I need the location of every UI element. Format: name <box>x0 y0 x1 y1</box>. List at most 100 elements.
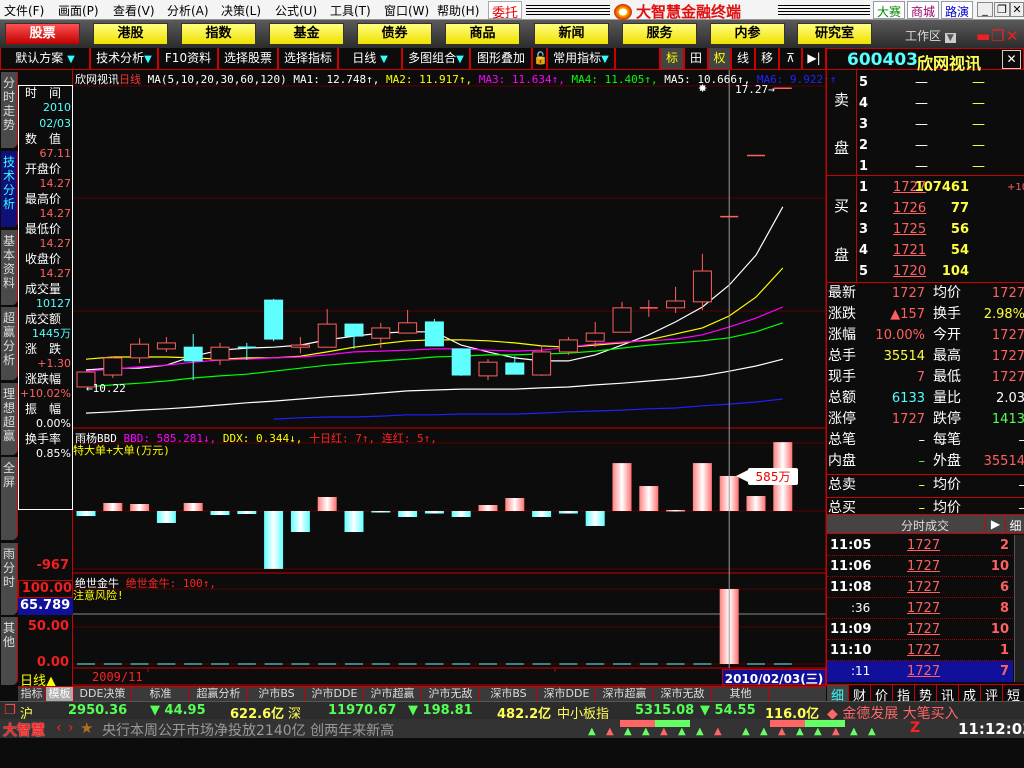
quote-label: 量比 <box>933 390 961 406</box>
tick-price: 1727 <box>907 643 941 658</box>
index-status-bar: ❐ 沪 2950.36 ▼ 44.95 622.6亿 深 11970.67 ▼ … <box>0 701 1024 722</box>
tick-time: 11:05 <box>830 538 872 553</box>
play-icon[interactable]: ▶ <box>985 517 1005 531</box>
cursor-date: 2010/02/03(三) <box>722 669 826 686</box>
bottom-tab[interactable]: 深市无敌 <box>654 687 712 702</box>
quote-label: 涨跌 <box>828 306 856 322</box>
bottom-tab[interactable]: 深市DDE <box>538 687 596 702</box>
sell-volume: — <box>972 159 985 174</box>
tick-row[interactable]: 11:08 1727 6 <box>827 577 1013 598</box>
quote-row: 涨停 1727 跌停 1413 <box>827 409 1024 430</box>
arrow-up-icon: ▲ <box>814 726 822 737</box>
sell-volume: — <box>972 75 985 90</box>
tick-time: :11 <box>851 664 871 678</box>
quote-value: 1727 <box>891 412 925 427</box>
tick-price: 1727 <box>907 559 941 574</box>
bottom-tab[interactable]: 深市超赢 <box>596 687 654 702</box>
tick-volume: 6 <box>999 580 1009 595</box>
sh-index[interactable]: 2950.36 <box>68 703 127 718</box>
tick-row[interactable]: :36 1727 8 <box>827 598 1013 619</box>
bottom-tab[interactable]: 模板 <box>46 687 74 702</box>
tick-time: 11:10 <box>830 643 872 658</box>
legend-ma2: MA2: 11.917↑, <box>386 73 473 86</box>
tick-row[interactable]: 11:10 1727 1 <box>827 640 1013 661</box>
window-switch-icon[interactable]: ❐ <box>4 703 16 718</box>
bbd-bar <box>130 503 150 511</box>
legend-period: 日线 <box>119 73 141 86</box>
sme-index[interactable]: 5315.08 <box>635 703 694 718</box>
quote-value: 1727 <box>991 328 1024 343</box>
sell-price: — <box>915 159 928 174</box>
buy-row[interactable]: 5 1720 104 <box>827 261 1024 282</box>
news-ticker: 大智慧 ‹ › ★ 央行本周公开市场净投放2140亿 创两年来新高 ▲ ▲ ▲ ▲ ▲ ▲… <box>0 719 1024 740</box>
quote-label: 换手 <box>933 306 961 322</box>
arrow-up-icon: ▲ <box>696 726 704 737</box>
quote-value: ▲157 <box>890 307 925 322</box>
risk-warning: 注意风险! <box>73 589 124 602</box>
bbd-bar <box>585 511 605 526</box>
candle-body <box>264 299 284 340</box>
quote-value: 2.03 <box>996 391 1024 406</box>
date-axis-start: 2009/11 <box>92 670 143 684</box>
buy-row[interactable]: 3 1725 56 <box>827 219 1024 240</box>
lianhong-value: 连红: 5↑, <box>381 432 437 445</box>
tick-row[interactable]: 11:06 1727 10 <box>827 556 1013 577</box>
tick-row[interactable]: 11:05 1727 2 <box>827 535 1013 556</box>
bottom-tab[interactable]: 深市BS <box>480 687 538 702</box>
bbd-bar <box>103 502 123 511</box>
sell-row[interactable]: 5 — — <box>827 72 1024 93</box>
tick-row[interactable]: :11 1727 7 <box>827 661 1013 682</box>
quote-value: – <box>918 433 926 448</box>
buy-row[interactable]: 11727107461+10 <box>827 177 1024 198</box>
news-headline[interactable]: 央行本周公开市场净投放2140亿 创两年来新高 <box>102 720 394 740</box>
bbd-subtitle: 特大单+大单(万元) <box>73 444 170 457</box>
tick-row[interactable]: 11:09 1727 10 <box>827 619 1013 640</box>
bottom-tab[interactable]: 指标 <box>18 687 46 702</box>
tick-price: 1727 <box>907 601 941 616</box>
bbd-bar <box>237 511 257 514</box>
quote-label: 外盘 <box>933 453 961 469</box>
tick-scrollbar[interactable] <box>1014 535 1024 682</box>
arrow-up-icon: ▲ <box>714 726 722 737</box>
sz-index[interactable]: 11970.67 <box>328 703 396 718</box>
quote-row: 总手 35514 最高 1727 <box>827 346 1024 367</box>
sell-row[interactable]: 1 — — <box>827 156 1024 177</box>
quote-value: 35514 <box>983 454 1024 469</box>
quote-label: 总卖 <box>828 477 856 493</box>
tick-time: 11:08 <box>830 580 872 595</box>
prev-news-icon[interactable]: ‹ <box>56 720 62 736</box>
ma-line-ma5 <box>85 358 783 414</box>
sell-row[interactable]: 4 — — <box>827 93 1024 114</box>
bottom-tab[interactable]: 沪市超赢 <box>364 687 422 702</box>
sell-row[interactable]: 3 — — <box>827 114 1024 135</box>
level: 4 <box>859 96 869 111</box>
tick-volume: 2 <box>999 538 1009 553</box>
bottom-tab[interactable]: 其他 <box>712 687 770 702</box>
bottom-tab[interactable]: 超赢分析 <box>190 687 248 702</box>
arrow-up-icon: ▲ <box>760 726 768 737</box>
buy-row[interactable]: 4 1721 54 <box>827 240 1024 261</box>
candle-body <box>183 346 203 362</box>
legend-ma-params: MA(5,10,20,30,60,120) <box>147 73 287 86</box>
buy-price: 1725 <box>893 222 927 237</box>
market-breadth-indicator: ▲ ▲ ▲ ▲ ▲ ▲ ▲ ▲ ▲ ▲ ▲ ▲ ▲ ▲ ▲ ▲ <box>580 719 880 738</box>
star-icon[interactable]: ★ <box>80 719 93 737</box>
bottom-tab[interactable]: DDE决策 <box>74 687 132 702</box>
bottom-tab[interactable]: 标准 <box>132 687 190 702</box>
next-news-icon[interactable]: › <box>68 720 74 736</box>
bbd-bar <box>76 511 96 517</box>
quote-label: 今开 <box>933 327 961 343</box>
bottom-tab[interactable]: 沪市DDE <box>306 687 364 702</box>
candle-body <box>612 307 632 333</box>
candle-body <box>290 344 310 348</box>
detail-button[interactable]: 细 <box>1005 517 1024 534</box>
bbd-bar <box>156 511 176 523</box>
bottom-tab[interactable]: 沪市BS <box>248 687 306 702</box>
candle-body <box>317 323 337 348</box>
tick-price: 1727 <box>907 664 941 679</box>
quote-label: 最低 <box>933 369 961 385</box>
sell-row[interactable]: 2 — — <box>827 135 1024 156</box>
bottom-tab[interactable]: 沪市无敌 <box>422 687 480 702</box>
candle-body <box>478 361 498 377</box>
buy-row[interactable]: 2 1726 77 <box>827 198 1024 219</box>
